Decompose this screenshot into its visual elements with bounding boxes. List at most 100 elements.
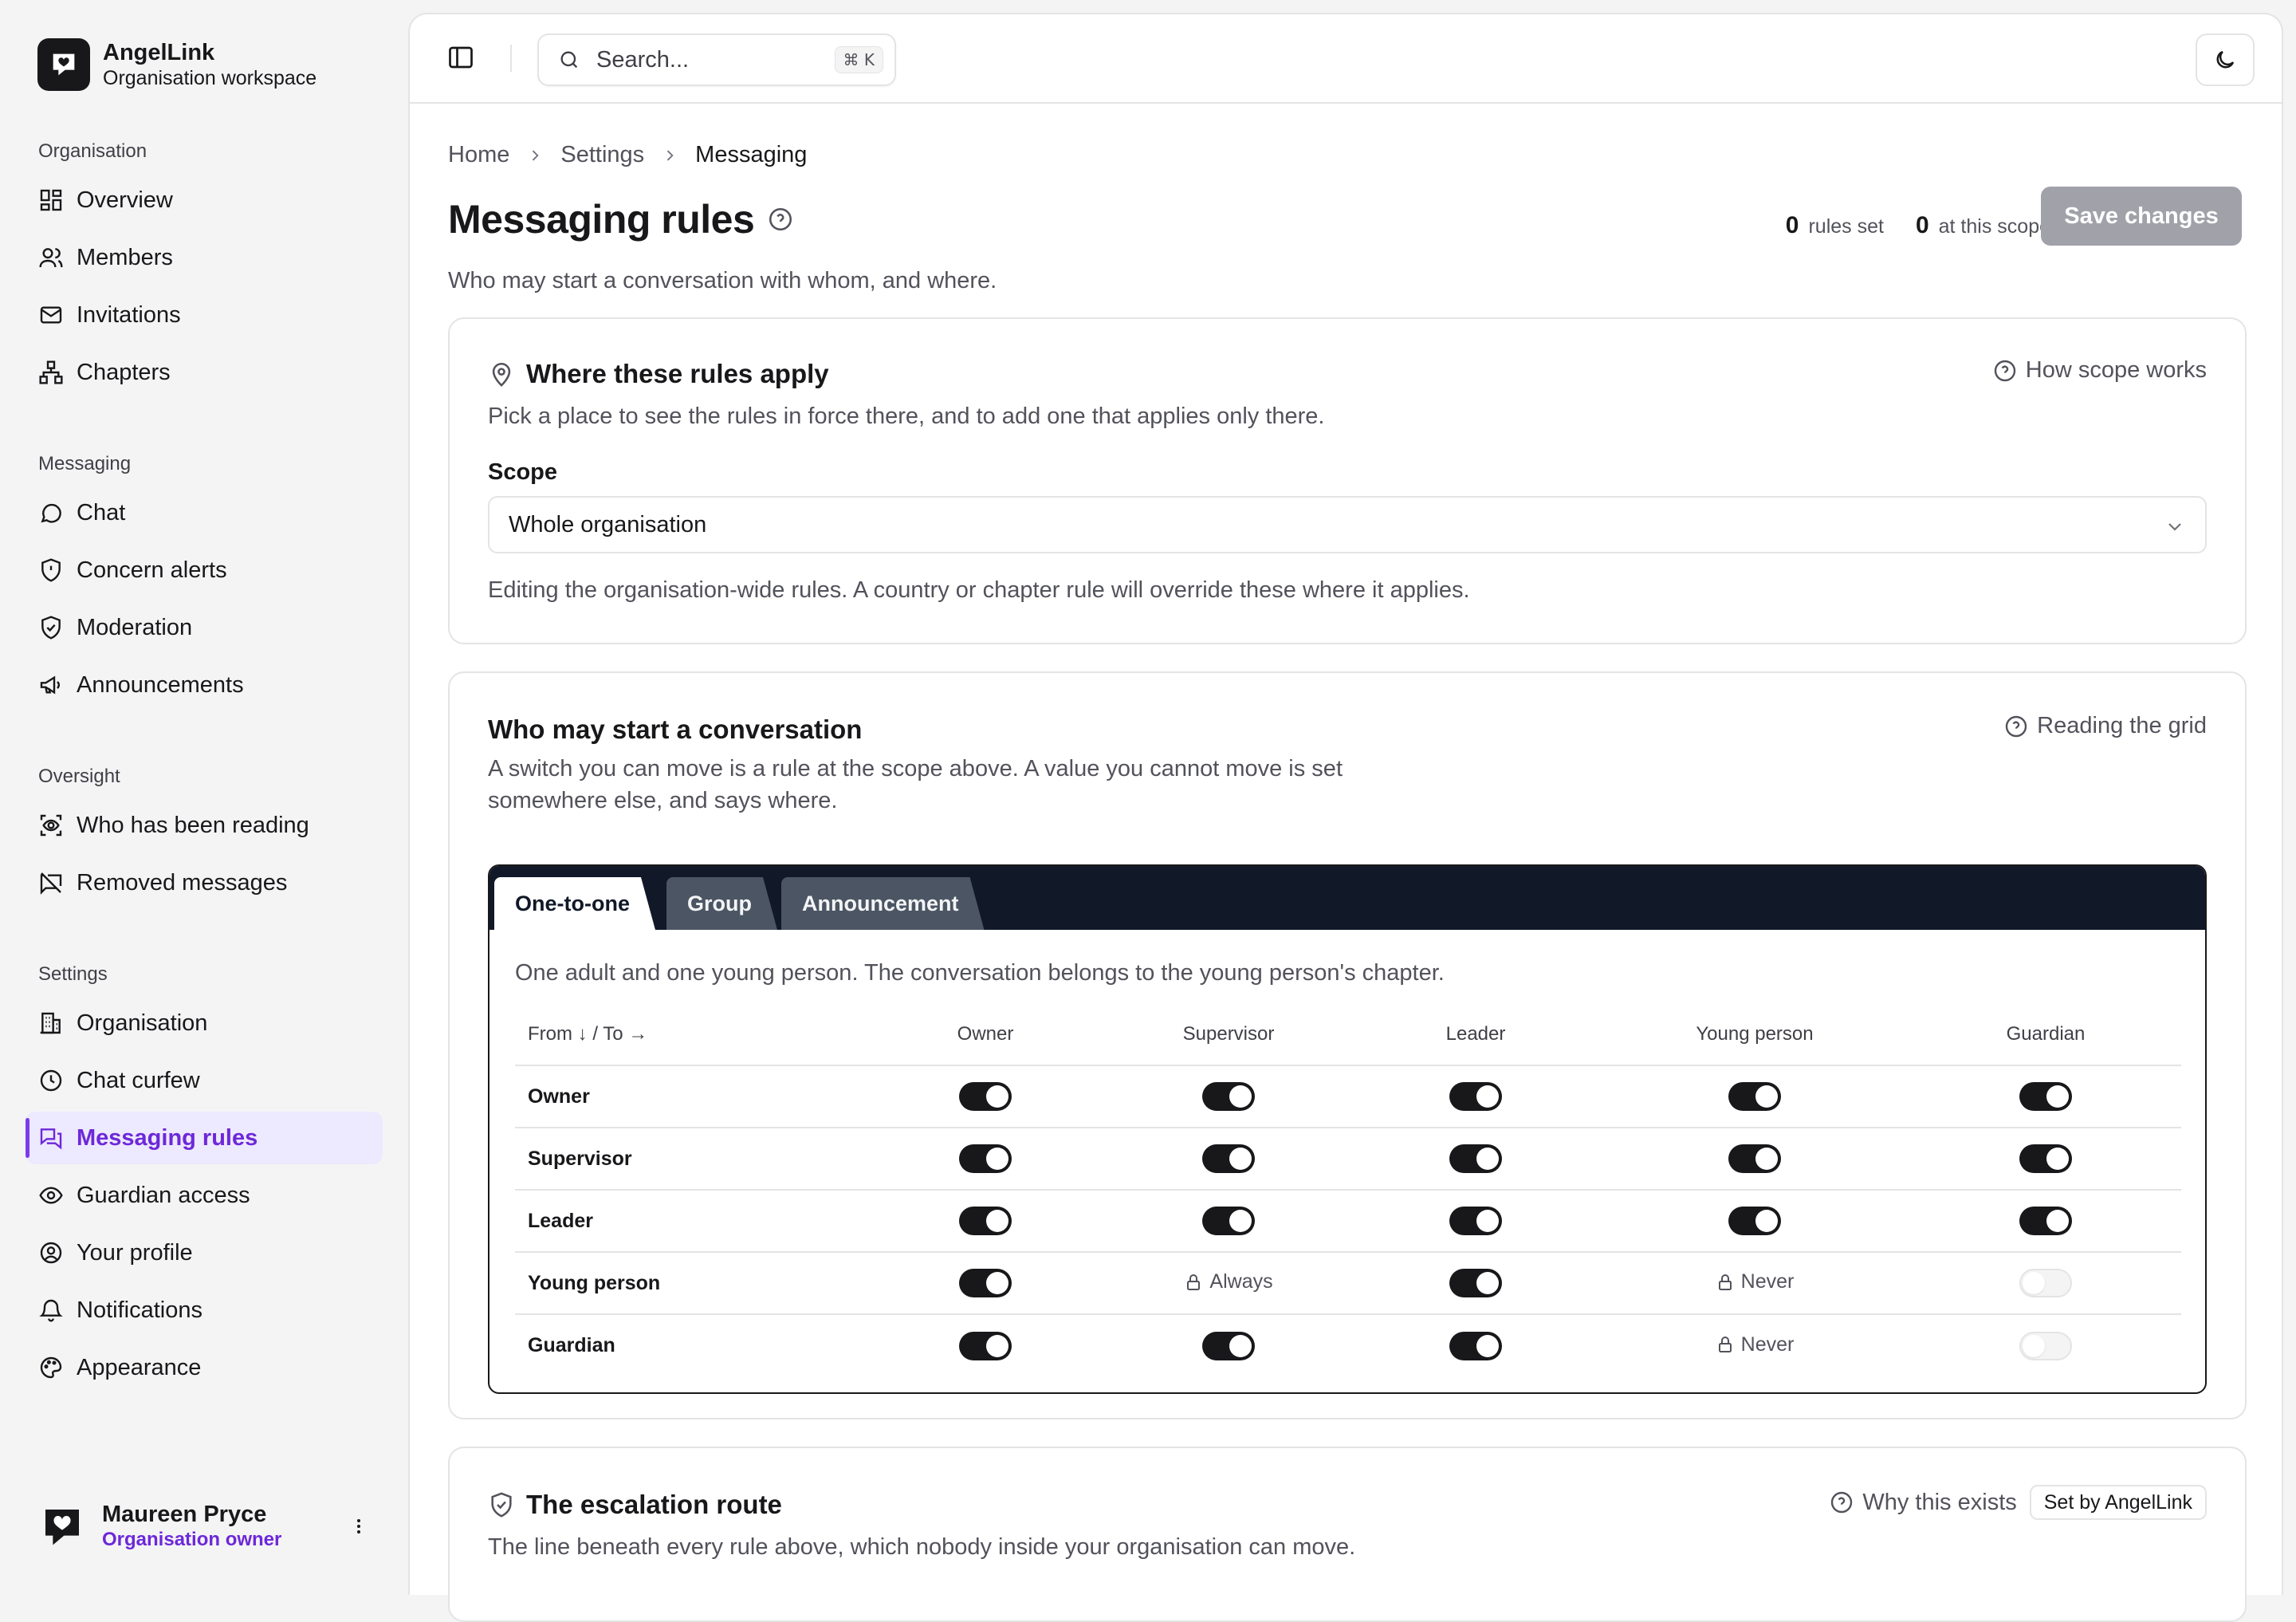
- sidebar-item-appearance[interactable]: Appearance: [26, 1341, 383, 1394]
- sidebar-item-label: Chapters: [77, 359, 171, 385]
- help-circle-icon: [2005, 715, 2027, 737]
- sidebar-item-chat[interactable]: Chat: [26, 486, 383, 539]
- sidebar-item-overview[interactable]: Overview: [26, 174, 383, 226]
- rule-toggle[interactable]: [1449, 1269, 1502, 1297]
- how-scope-works-label: How scope works: [2025, 357, 2207, 383]
- column-header: Leader: [1352, 1003, 1599, 1066]
- rule-toggle[interactable]: [1202, 1082, 1255, 1111]
- column-header: Young person: [1599, 1003, 1910, 1066]
- rule-toggle: [2019, 1269, 2072, 1297]
- map-pin-icon: [492, 362, 511, 387]
- building-icon: [40, 1012, 61, 1034]
- row-label: Guardian: [528, 1334, 615, 1356]
- conversation-card-description: A switch you can move is a rule at the s…: [488, 753, 1343, 817]
- why-this-exists-link[interactable]: Why this exists: [1862, 1490, 2016, 1516]
- sidebar-item-guardian-access[interactable]: Guardian access: [26, 1169, 383, 1222]
- tab-announcement[interactable]: Announcement: [781, 877, 985, 930]
- help-circle-icon[interactable]: [767, 206, 794, 233]
- rule-toggle[interactable]: [1449, 1082, 1502, 1111]
- row-label: Young person: [515, 1252, 866, 1315]
- tab-one-to-one[interactable]: One-to-one: [494, 877, 655, 930]
- rule-toggle[interactable]: [1728, 1207, 1781, 1235]
- rule-toggle[interactable]: [1202, 1331, 1255, 1360]
- theme-toggle-button[interactable]: [2196, 33, 2255, 86]
- conversation-card-title: Who may start a conversation: [488, 715, 862, 745]
- nav-group-oversight: Oversight Who has been reading Removed m…: [26, 759, 383, 909]
- help-circle-icon: [1994, 360, 2015, 381]
- save-button[interactable]: Save changes: [2041, 187, 2242, 246]
- breadcrumb-current: Messaging: [695, 142, 808, 167]
- sidebar-item-announcements[interactable]: Announcements: [26, 659, 383, 711]
- rule-cell: [1105, 1065, 1352, 1128]
- sidebar-item-label: Members: [77, 244, 173, 270]
- rule-toggle[interactable]: [1449, 1331, 1502, 1360]
- scope-label: Scope: [488, 459, 558, 485]
- rule-toggle[interactable]: [959, 1207, 1012, 1235]
- rule-toggle[interactable]: [959, 1331, 1012, 1360]
- user-card[interactable]: Maureen Pryce Organisation owner: [40, 1501, 375, 1552]
- rule-toggle[interactable]: [2019, 1207, 2072, 1235]
- clock-icon: [40, 1069, 62, 1092]
- rule-toggle[interactable]: [1202, 1144, 1255, 1173]
- sidebar-item-label: Notifications: [77, 1297, 202, 1323]
- search-icon: [560, 51, 578, 69]
- moon-icon: [2216, 50, 2235, 69]
- sidebar-item-your-profile[interactable]: Your profile: [26, 1226, 383, 1279]
- escalation-card-description: The line beneath every rule above, which…: [488, 1534, 1356, 1560]
- brand[interactable]: AngelLink Organisation workspace: [37, 38, 316, 91]
- rule-toggle[interactable]: [959, 1082, 1012, 1111]
- sidebar-toggle-icon[interactable]: [446, 43, 475, 72]
- sidebar-item-label: Chat curfew: [77, 1067, 200, 1093]
- search-input[interactable]: [596, 46, 820, 73]
- reading-the-grid-label: Reading the grid: [2037, 713, 2207, 738]
- sidebar: AngelLink Organisation workspace Organis…: [0, 0, 408, 1595]
- sidebar-item-organisation[interactable]: Organisation: [26, 997, 383, 1049]
- user-name: Maureen Pryce: [102, 1502, 267, 1527]
- sidebar-item-members[interactable]: Members: [26, 231, 383, 284]
- search-box[interactable]: ⌘ K: [537, 33, 896, 86]
- more-options-icon[interactable]: [343, 1510, 375, 1542]
- sidebar-item-concern-alerts[interactable]: Concern alerts: [26, 544, 383, 596]
- description-line-2: somewhere else, and says where.: [488, 788, 838, 813]
- sidebar-item-chapters[interactable]: Chapters: [26, 346, 383, 399]
- reading-the-grid-link[interactable]: Reading the grid: [2003, 713, 2207, 739]
- breadcrumb-home[interactable]: Home: [448, 142, 509, 168]
- corner-header: From ↓ / To →: [515, 1003, 866, 1066]
- table-header-row: From ↓ / To → Owner Supervisor Leader Yo…: [515, 1003, 2181, 1066]
- chevron-right-icon: [667, 150, 674, 160]
- sidebar-item-invitations[interactable]: Invitations: [26, 289, 383, 341]
- sidebar-item-removed-messages[interactable]: Removed messages: [26, 856, 383, 909]
- bell-icon: [39, 1299, 63, 1322]
- rule-toggle[interactable]: [959, 1144, 1012, 1173]
- search-shortcut: ⌘ K: [834, 46, 883, 73]
- how-scope-works-link[interactable]: How scope works: [1992, 357, 2207, 384]
- sidebar-item-moderation[interactable]: Moderation: [26, 601, 383, 654]
- sidebar-item-chat-curfew[interactable]: Chat curfew: [26, 1054, 383, 1107]
- rule-toggle[interactable]: [2019, 1082, 2072, 1111]
- user-circle-icon: [40, 1242, 62, 1264]
- sidebar-item-messaging-rules[interactable]: Messaging rules: [26, 1112, 383, 1164]
- rule-toggle[interactable]: [1728, 1144, 1781, 1173]
- rule-cell: [866, 1252, 1105, 1315]
- users-icon: [39, 248, 63, 268]
- rule-toggle[interactable]: [1202, 1207, 1255, 1235]
- breadcrumb-settings[interactable]: Settings: [560, 142, 644, 168]
- rule-cell: [1352, 1314, 1599, 1376]
- locked-value: Never: [1716, 1270, 1794, 1293]
- rule-cell: [866, 1190, 1105, 1253]
- page-title-text: Messaging rules: [448, 197, 755, 242]
- column-header: Owner: [866, 1003, 1105, 1066]
- tab-group[interactable]: Group: [666, 877, 777, 930]
- rule-toggle[interactable]: [1728, 1082, 1781, 1111]
- escalation-card-title-text: The escalation route: [526, 1490, 782, 1519]
- rule-toggle[interactable]: [1449, 1207, 1502, 1235]
- messages-icon: [40, 1128, 62, 1150]
- sidebar-item-who-has-been-reading[interactable]: Who has been reading: [26, 799, 383, 852]
- rule-toggle[interactable]: [1449, 1144, 1502, 1173]
- conversation-rules-card: Who may start a conversation Reading the…: [448, 671, 2247, 1419]
- rule-toggle[interactable]: [959, 1269, 1012, 1297]
- sidebar-item-notifications[interactable]: Notifications: [26, 1284, 383, 1337]
- conversation-card-title-text: Who may start a conversation: [488, 715, 863, 744]
- rule-toggle[interactable]: [2019, 1144, 2072, 1173]
- scope-select[interactable]: Whole organisation: [488, 496, 2207, 553]
